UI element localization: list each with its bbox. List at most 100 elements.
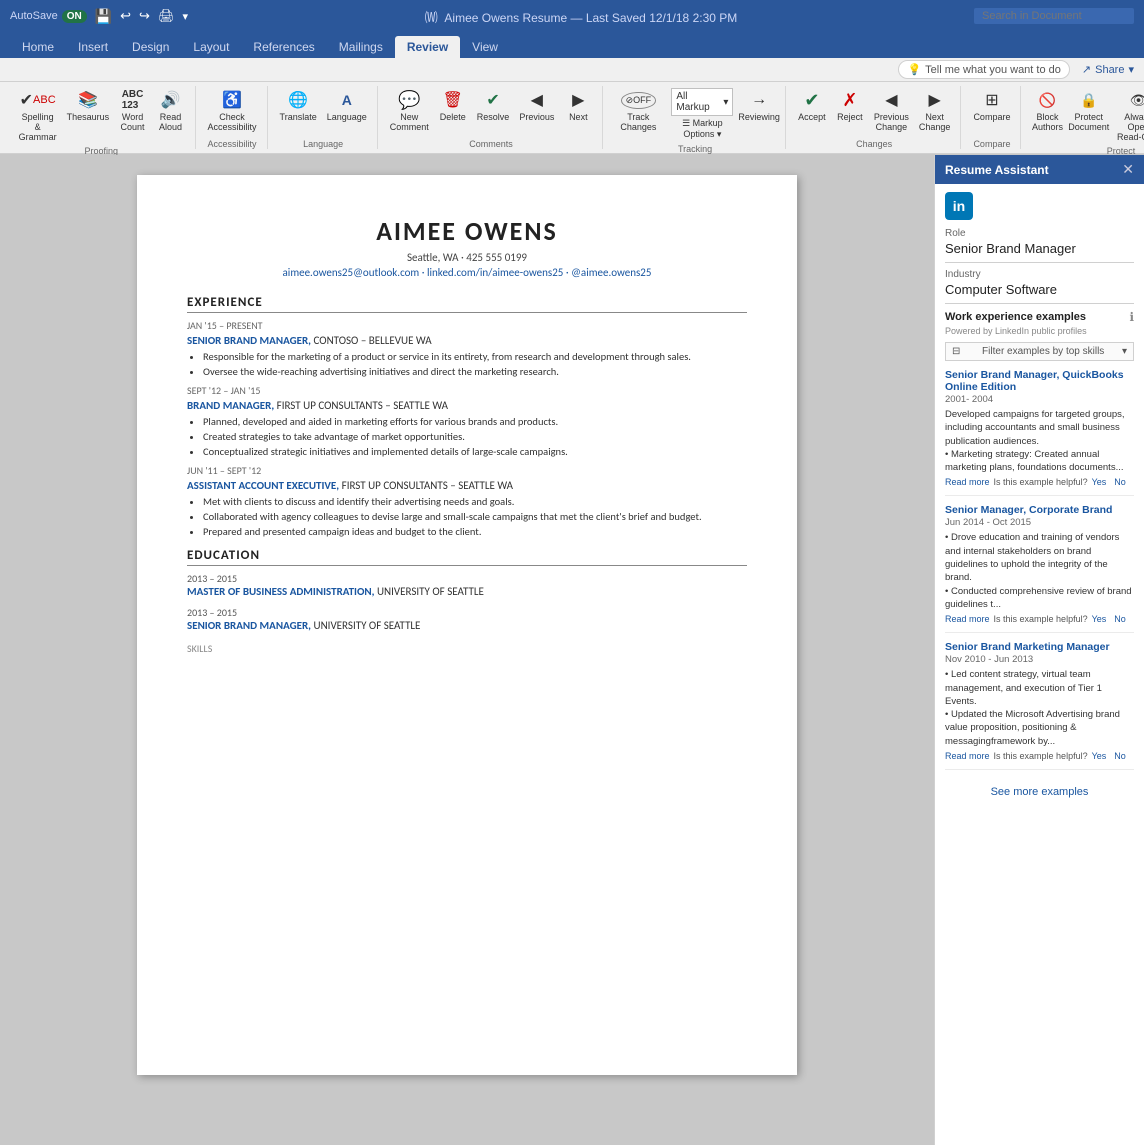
exp-bullet-3-0: Met with clients to discuss and identify… <box>203 495 747 508</box>
edu-degree-rest-2: UNIVERSITY OF SEATTLE <box>314 619 421 632</box>
word-count-icon: ABC123 <box>121 88 145 112</box>
ra-example-2-no[interactable]: No <box>1114 614 1126 624</box>
track-changes-button[interactable]: ⊘OFF Track Changes <box>611 86 665 134</box>
tab-insert[interactable]: Insert <box>66 36 120 58</box>
ra-example-1-no[interactable]: No <box>1114 477 1126 487</box>
ra-example-1-read-more[interactable]: Read more <box>945 477 990 487</box>
compare-buttons: ⊞ Compare <box>969 86 1014 137</box>
edu-degree-highlight-2: SENIOR BRAND MANAGER, <box>187 619 311 632</box>
ribbon: ✔ABC Spelling &Grammar 📚 Thesaurus ABC12… <box>0 82 1144 154</box>
thesaurus-label: Thesaurus <box>67 112 110 122</box>
tab-layout[interactable]: Layout <box>181 36 241 58</box>
compare-button[interactable]: ⊞ Compare <box>969 86 1014 124</box>
new-comment-button[interactable]: 💬 NewComment <box>386 86 433 134</box>
tab-references[interactable]: References <box>241 36 326 58</box>
ra-example-2-read-more[interactable]: Read more <box>945 614 990 624</box>
next-comment-button[interactable]: ▶ Next <box>560 86 596 124</box>
ra-example-3-yes[interactable]: Yes <box>1092 751 1107 761</box>
share-label: Share <box>1095 64 1124 76</box>
resume-name: AIMEE OWENS <box>187 215 747 247</box>
language-button[interactable]: A Language <box>323 86 371 124</box>
protect-document-button[interactable]: 🔒 ProtectDocument <box>1067 86 1110 134</box>
resume-assistant-panel: Resume Assistant ✕ in Role Senior Brand … <box>934 155 1144 1145</box>
title-bar-left: AutoSave ON 💾 ↩ ↪ 🖨 ▾ <box>10 8 188 25</box>
ra-example-3-no[interactable]: No <box>1114 751 1126 761</box>
exp-title-2: BRAND MANAGER, FIRST UP CONSULTANTS – SE… <box>187 399 747 412</box>
delete-comment-button[interactable]: 🗑 Delete <box>435 86 471 124</box>
ra-example-2-yes[interactable]: Yes <box>1092 614 1107 624</box>
ribbon-tabs: Home Insert Design Layout References Mai… <box>0 32 1144 58</box>
word-count-button[interactable]: ABC123 WordCount <box>115 86 151 134</box>
autosave-toggle[interactable]: ON <box>62 10 87 23</box>
block-authors-button[interactable]: 🚫 BlockAuthors <box>1029 86 1065 134</box>
previous-comment-button[interactable]: ◀ Previous <box>515 86 558 124</box>
ra-example-1-yes[interactable]: Yes <box>1092 477 1107 487</box>
filter-bar[interactable]: ⊟ Filter examples by top skills ▾ <box>945 342 1134 361</box>
tab-design[interactable]: Design <box>120 36 181 58</box>
industry-value[interactable]: Computer Software <box>945 282 1134 304</box>
ra-example-3-read-more[interactable]: Read more <box>945 751 990 761</box>
all-markup-button[interactable]: All Markup ▾ ☰ Markup Options ▾ <box>667 86 737 142</box>
exp-bullet-3-2: Prepared and presented campaign ideas an… <box>203 525 747 538</box>
document-area[interactable]: AIMEE OWENS Seattle, WA · 425 555 0199 a… <box>0 155 934 1145</box>
check-accessibility-button[interactable]: ♿ CheckAccessibility <box>204 86 261 134</box>
title-bar-center: 🄦 Aimee Owens Resume — Last Saved 12/1/1… <box>188 7 974 26</box>
reviewing-icon: → <box>747 88 771 112</box>
resume-links: aimee.owens25@outlook.com · linked.com/i… <box>187 266 747 279</box>
tab-review[interactable]: Review <box>395 36 460 58</box>
role-value[interactable]: Senior Brand Manager <box>945 241 1134 263</box>
ra-example-3-helpful: Is this example helpful? <box>994 751 1088 761</box>
track-changes-icon: ⊘OFF <box>626 88 650 112</box>
accessibility-group-label: Accessibility <box>208 139 257 149</box>
word-count-label: WordCount <box>121 112 145 132</box>
next-change-button[interactable]: ▶ NextChange <box>915 86 955 134</box>
exp-title-highlight-2: BRAND MANAGER, <box>187 399 274 412</box>
undo-icon[interactable]: ↩ <box>120 8 131 24</box>
markup-options-button[interactable]: ☰ Markup Options ▾ <box>671 118 733 140</box>
tab-home[interactable]: Home <box>10 36 66 58</box>
proofing-buttons: ✔ABC Spelling &Grammar 📚 Thesaurus ABC12… <box>14 86 189 144</box>
see-more-button[interactable]: See more examples <box>945 778 1134 806</box>
ra-close-button[interactable]: ✕ <box>1122 161 1134 178</box>
thesaurus-button[interactable]: 📚 Thesaurus <box>63 86 112 124</box>
exp-bullets-2: Planned, developed and aided in marketin… <box>203 415 747 458</box>
spelling-icon: ✔ABC <box>26 88 50 112</box>
ra-body: in Role Senior Brand Manager Industry Co… <box>935 184 1144 1145</box>
protect-buttons: 🚫 BlockAuthors 🔒 ProtectDocument 👁 Alway… <box>1029 86 1144 144</box>
ra-example-2-body: • Drove education and training of vendor… <box>945 531 1134 611</box>
search-input[interactable] <box>974 8 1134 24</box>
experience-section-title: EXPERIENCE <box>187 295 747 313</box>
share-icon: ↗ <box>1082 63 1091 76</box>
reviewing-button[interactable]: → Reviewing <box>739 86 779 124</box>
exp-bullet-3-1: Collaborated with agency colleagues to d… <box>203 510 747 523</box>
share-button[interactable]: ↗ Share ▾ <box>1082 63 1134 76</box>
edu-entry-1: 2013 – 2015 MASTER OF BUSINESS ADMINISTR… <box>187 572 747 598</box>
reject-button[interactable]: ✗ Reject <box>832 86 868 124</box>
accept-button[interactable]: ✔ Accept <box>794 86 830 124</box>
save-icon[interactable]: 💾 <box>95 8 112 25</box>
edu-degree-highlight-1: MASTER OF BUSINESS ADMINISTRATION, <box>187 585 374 598</box>
always-open-button[interactable]: 👁 Always OpenRead-Only <box>1112 86 1144 144</box>
previous-change-button[interactable]: ◀ PreviousChange <box>870 86 913 134</box>
redo-icon[interactable]: ↪ <box>139 8 150 24</box>
resolve-button[interactable]: ✔ Resolve <box>473 86 514 124</box>
changes-buttons: ✔ Accept ✗ Reject ◀ PreviousChange ▶ Nex… <box>794 86 955 137</box>
ra-example-3-footer: Read more Is this example helpful? Yes N… <box>945 751 1134 761</box>
filter-icon: ⊟ <box>952 346 960 357</box>
reject-icon: ✗ <box>838 88 862 112</box>
tab-view[interactable]: View <box>460 36 510 58</box>
ra-example-1-title: Senior Brand Manager, QuickBooks Online … <box>945 369 1134 393</box>
print-icon[interactable]: 🖨 <box>158 8 175 24</box>
tab-mailings[interactable]: Mailings <box>327 36 395 58</box>
spelling-grammar-button[interactable]: ✔ABC Spelling &Grammar <box>14 86 61 144</box>
reviewing-label: Reviewing <box>738 112 780 122</box>
translate-button[interactable]: 🌐 Translate <box>276 86 321 124</box>
ra-example-3-date: Nov 2010 - Jun 2013 <box>945 654 1134 665</box>
protect-document-label: ProtectDocument <box>1068 112 1109 132</box>
exp-title-highlight-1: SENIOR BRAND MANAGER, <box>187 334 311 347</box>
autosave-indicator: AutoSave ON <box>10 10 87 23</box>
markup-dropdown[interactable]: All Markup ▾ <box>671 88 733 116</box>
tell-me-input[interactable]: 💡 Tell me what you want to do <box>898 60 1069 79</box>
accept-icon: ✔ <box>800 88 824 112</box>
read-aloud-button[interactable]: 🔊 ReadAloud <box>153 86 189 134</box>
